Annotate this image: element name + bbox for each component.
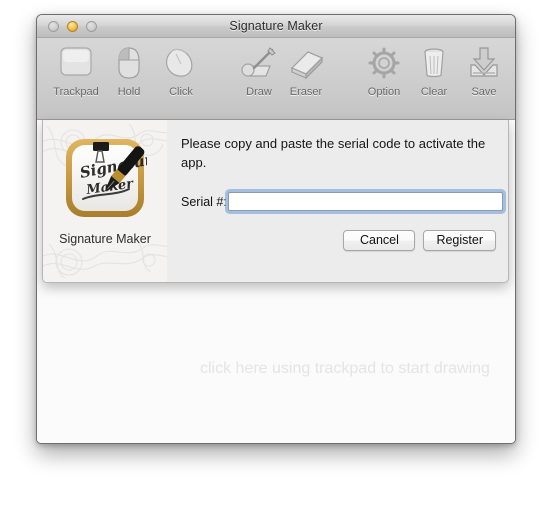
toolbar-label: Click (169, 86, 193, 98)
toolbar-item-trackpad[interactable]: Trackpad (46, 42, 106, 98)
serial-field-row: Serial #: (181, 192, 503, 211)
sheet-message: Please copy and paste the serial code to… (181, 136, 486, 170)
toolbar-label: Save (471, 86, 497, 98)
toolbar-item-eraser[interactable]: Eraser (276, 42, 336, 98)
cancel-button[interactable]: Cancel (343, 230, 416, 251)
mouse-click-icon (151, 42, 211, 82)
registration-sheet: Signature Maker Signature Maker Pleas (42, 120, 509, 283)
serial-input[interactable] (227, 192, 503, 211)
toolbar-label: Eraser (289, 86, 323, 98)
toolbar: Trackpad Hold Click Draw Eraser Option C… (37, 38, 515, 120)
sheet-button-row: Cancel Register (343, 230, 496, 251)
eraser-icon (276, 42, 336, 82)
save-download-icon (454, 42, 514, 82)
sheet-form-panel: Please copy and paste the serial code to… (167, 120, 508, 282)
register-button[interactable]: Register (423, 230, 496, 251)
signature-maker-app-icon: Signature Maker (63, 136, 163, 220)
window-title: Signature Maker (229, 19, 323, 33)
toolbar-item-hold[interactable]: Hold (99, 42, 159, 98)
window-titlebar: Signature Maker (37, 15, 515, 38)
toolbar-item-click[interactable]: Click (151, 42, 211, 98)
canvas-placeholder-text: click here using trackpad to start drawi… (200, 360, 490, 377)
mouse-hold-icon (99, 42, 159, 82)
trackpad-icon (46, 42, 106, 82)
toolbar-label: Trackpad (53, 86, 99, 98)
toolbar-item-save[interactable]: Save (454, 42, 514, 98)
app-window: Signature Maker Trackpad Hold Click Draw… (36, 14, 516, 444)
app-name-label: Signature Maker (59, 232, 151, 246)
serial-label: Serial #: (181, 194, 227, 209)
sheet-icon-panel: Signature Maker Signature Maker (43, 120, 167, 282)
drawing-canvas[interactable]: click here using trackpad to start drawi… (37, 120, 515, 442)
toolbar-label: Hold (117, 86, 141, 98)
